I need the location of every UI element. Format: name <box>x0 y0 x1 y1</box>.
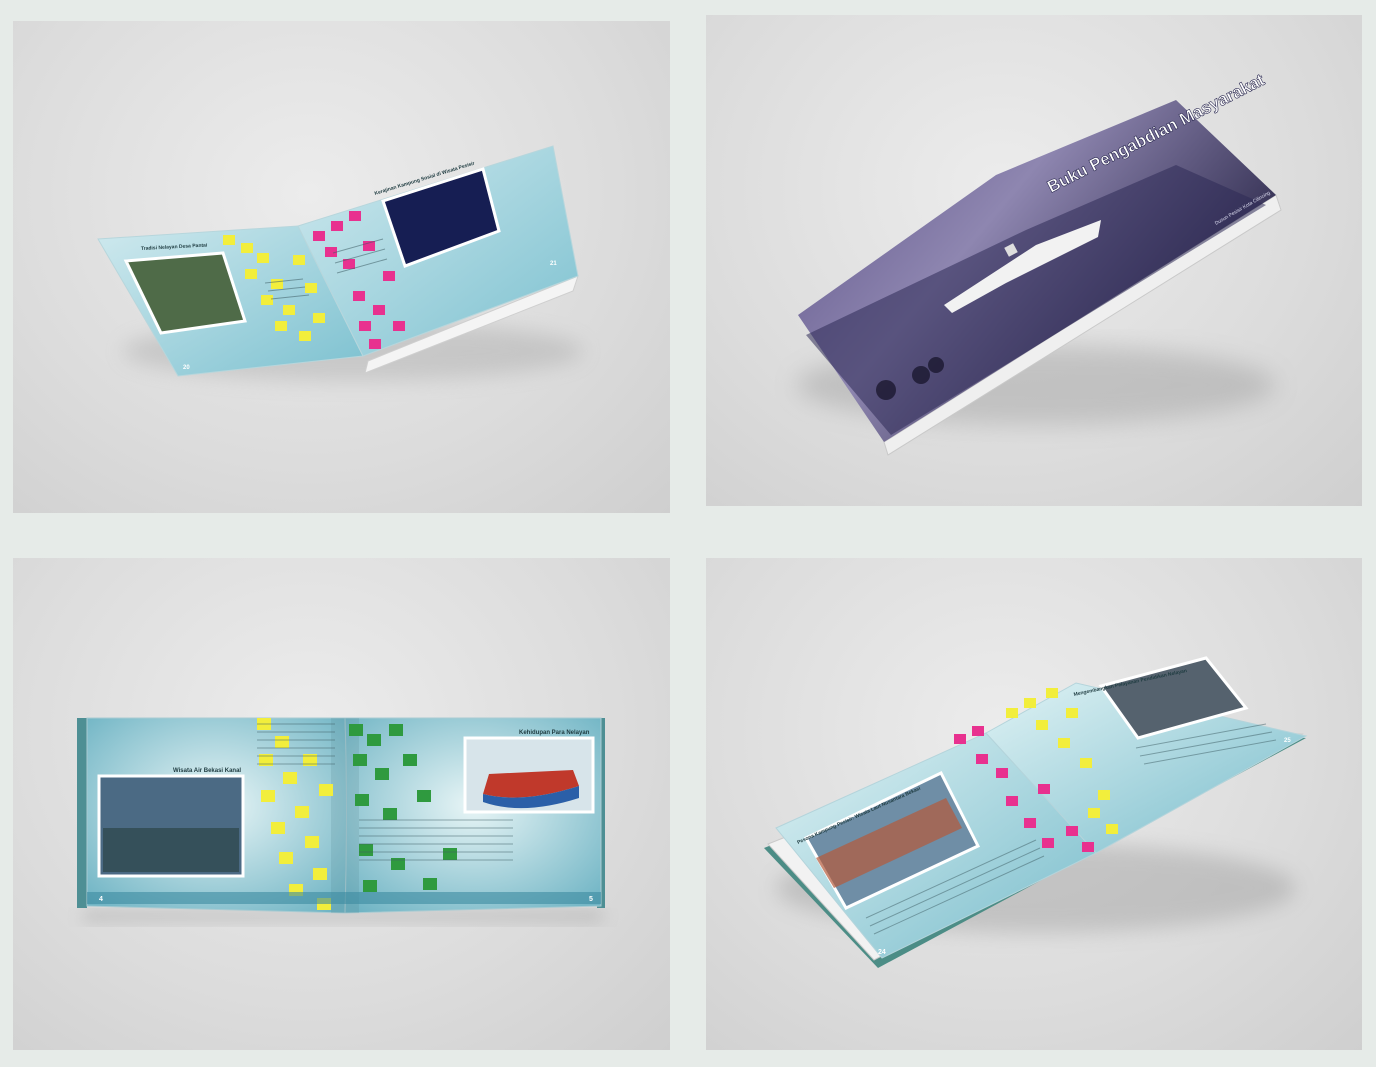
mockup-panel-closed-book-cover: Buku Pengabdian Masyarakat Dusun Pesisir… <box>706 15 1362 506</box>
left-page-number: 4 <box>99 896 103 903</box>
right-page-number: 5 <box>589 896 593 903</box>
left-page-number: 20 <box>183 365 190 371</box>
right-page-title: Kehidupan Para Nelayan <box>519 730 590 736</box>
photo-village <box>123 251 247 335</box>
book-mockup-3: Wisata Air Bekasi Kanal Kehidupan Para N… <box>77 717 605 922</box>
mockup-panel-open-book-tilted: Tradisi Nelayan Desa Pantai Kerajinan Ka… <box>13 21 670 513</box>
left-page-title: Wisata Air Bekasi Kanal <box>173 768 241 774</box>
book-mockup-1: Tradisi Nelayan Desa Pantai Kerajinan Ka… <box>97 145 583 381</box>
right-page-number: 25 <box>1284 738 1291 744</box>
left-page-number: 24 <box>878 949 886 956</box>
book-mockup-2: Buku Pengabdian Masyarakat Dusun Pesisir… <box>796 70 1282 456</box>
book-mockup-4: Pesona Kampung Pesisir: Wisata Laut Nusa… <box>764 656 1308 968</box>
right-page-number: 21 <box>550 261 557 267</box>
mockup-panel-open-book-angled: Pesona Kampung Pesisir: Wisata Laut Nusa… <box>706 558 1362 1050</box>
mockup-panel-open-book-flat: Wisata Air Bekasi Kanal Kehidupan Para N… <box>13 558 670 1050</box>
